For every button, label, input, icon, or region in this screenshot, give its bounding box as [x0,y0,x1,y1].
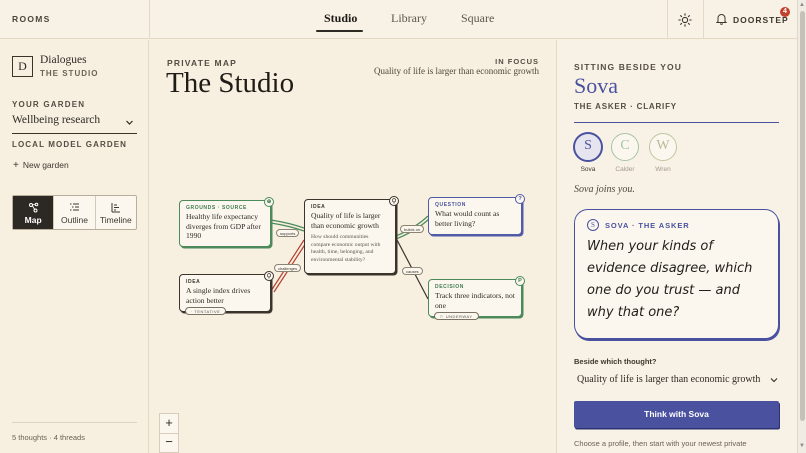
card-text: A single index drives action better [186,286,251,305]
app-title: Dialogues [40,54,87,66]
local-model-heading: LOCAL MODEL GARDEN [12,140,128,149]
scrollbar-thumb[interactable] [800,11,805,421]
view-outline-label: Outline [61,215,88,225]
lightbulb-icon [264,271,274,281]
card-text: What would count as better living? [435,209,500,228]
divider [703,0,704,39]
edge-label-challenges: challenges [274,264,302,272]
focus-label: IN FOCUS [495,57,539,66]
rooms-label[interactable]: ROOMS [12,14,51,24]
edge-label-supports: supports [276,229,300,237]
bell-icon[interactable] [716,13,727,25]
view-map-button[interactable]: Map [13,196,54,229]
active-tab-indicator [316,30,363,32]
partner-role: THE ASKER · CLARIFY [574,102,677,111]
garden-select-value: Wellbeing research [12,114,101,126]
zoom-in-button[interactable]: + [160,414,178,432]
bubble-question: When your kinds of evidence disagree, wh… [587,239,753,320]
tab-square[interactable]: Square [461,11,494,26]
scroll-up-arrow-icon[interactable]: ▲ [799,2,805,8]
edge-label-causes: causes [402,267,423,275]
logo: D [12,56,33,77]
source-badge-icon: ⊕ [264,197,274,207]
divider [667,0,668,39]
garden-select[interactable]: Wellbeing research [12,114,137,134]
app-subtitle: THE STUDIO [40,69,99,78]
zoom-controls: + − [159,413,179,453]
timeline-icon [111,203,121,213]
tab-library[interactable]: Library [391,11,427,26]
view-timeline-button[interactable]: Timeline [94,196,136,229]
map-card-idea-focus[interactable]: IDEA Quality of life is larger than econ… [304,196,399,274]
question-icon: ? [515,194,525,204]
garden-heading: YOUR GARDEN [12,100,86,109]
map-canvas: PRIVATE MAP The Studio IN FOCUS Quality … [150,40,556,453]
card-kind: IDEA [311,204,326,210]
card-kind: DECISION [435,284,464,290]
zoom-out-button[interactable]: − [160,433,178,451]
companion-panel: SITTING BESIDE YOU Sova THE ASKER · CLAR… [556,40,797,453]
avatar-name: Wren [655,166,671,173]
page-title: The Studio [166,67,295,99]
avatar-sova[interactable]: S [574,133,602,161]
doorstep-button[interactable]: DOORSTEP [733,15,789,25]
avatar-wren[interactable]: W [649,133,677,161]
sun-icon[interactable] [678,13,692,27]
thought-select[interactable]: Quality of life is larger than economic … [574,370,779,390]
plus-icon: + [13,160,19,171]
view-outline-button[interactable]: Outline [53,196,94,229]
card-text: Healthy life expectancy diverges from GD… [186,212,261,240]
chevron-down-icon [126,120,133,125]
map-card-question[interactable]: QUESTION What would count as better livi… [428,194,525,235]
view-timeline-label: Timeline [99,215,132,225]
edge-label-builds-on: builds on [400,225,425,233]
joins-message: Sova joins you. [574,184,635,195]
thread-count: 5 thoughts · 4 threads [12,433,85,442]
card-text: Track three indicators, not one [435,291,515,310]
divider [574,122,779,123]
sidebar: D Dialogues THE STUDIO YOUR GARDEN Wellb… [0,40,149,453]
top-bar: ROOMS Studio Library Square DOORSTEP 4 [0,0,797,39]
sova-badge-icon: S [587,219,599,231]
new-garden-label: New garden [22,160,69,170]
thought-select-label: Beside which thought? [574,357,657,366]
card-kind: IDEA [186,279,201,285]
scroll-down-arrow-icon[interactable]: ▼ [799,443,805,449]
map-card-decision[interactable]: DECISION Track three indicators, not one… [428,276,525,320]
view-switcher: Map Outline Timeline [12,195,137,230]
tab-studio[interactable]: Studio [324,11,357,26]
divider [149,0,150,39]
notification-badge: 4 [780,7,790,17]
speech-bubble: S SOVA · THE ASKER When your kinds of ev… [574,209,779,339]
think-with-button[interactable]: Think with Sova [574,401,779,428]
chevron-down-icon [770,376,778,384]
outline-icon [69,203,79,211]
avatar-name: Calder [615,166,635,173]
card-kind: QUESTION [435,202,466,208]
partner-name: Sova [574,73,618,98]
map-card-grounds[interactable]: GROUNDS · SOURCE Healthy life expectancy… [179,197,274,247]
bubble-label: SOVA · THE ASKER [605,221,690,230]
new-garden-button[interactable]: + New garden [13,160,69,171]
thought-select-value: Quality of life is larger than economic … [577,374,761,385]
decision-icon: P [515,276,525,286]
map-icon [28,202,38,213]
avatar-name: Sova [580,166,596,173]
status-badge: ⚐ UNDERWAY [434,312,479,320]
divider [12,422,137,423]
avatar-calder[interactable]: C [611,133,639,161]
hint-text: Choose a profile, then start with your n… [574,439,747,448]
scrollbar[interactable]: ▲ ▼ [797,0,806,453]
map-card-idea[interactable]: IDEA A single index drives action better… [179,271,274,315]
status-badge: · TENTATIVE [185,307,227,315]
card-note: How should communities compare economic … [311,234,381,263]
view-map-label: Map [24,215,42,225]
card-text: Quality of life is larger than economic … [311,211,381,230]
card-kind: GROUNDS · SOURCE [186,205,247,211]
lightbulb-icon [389,196,399,206]
focus-text: Quality of life is larger than economic … [373,66,539,76]
beside-label: SITTING BESIDE YOU [574,62,682,72]
